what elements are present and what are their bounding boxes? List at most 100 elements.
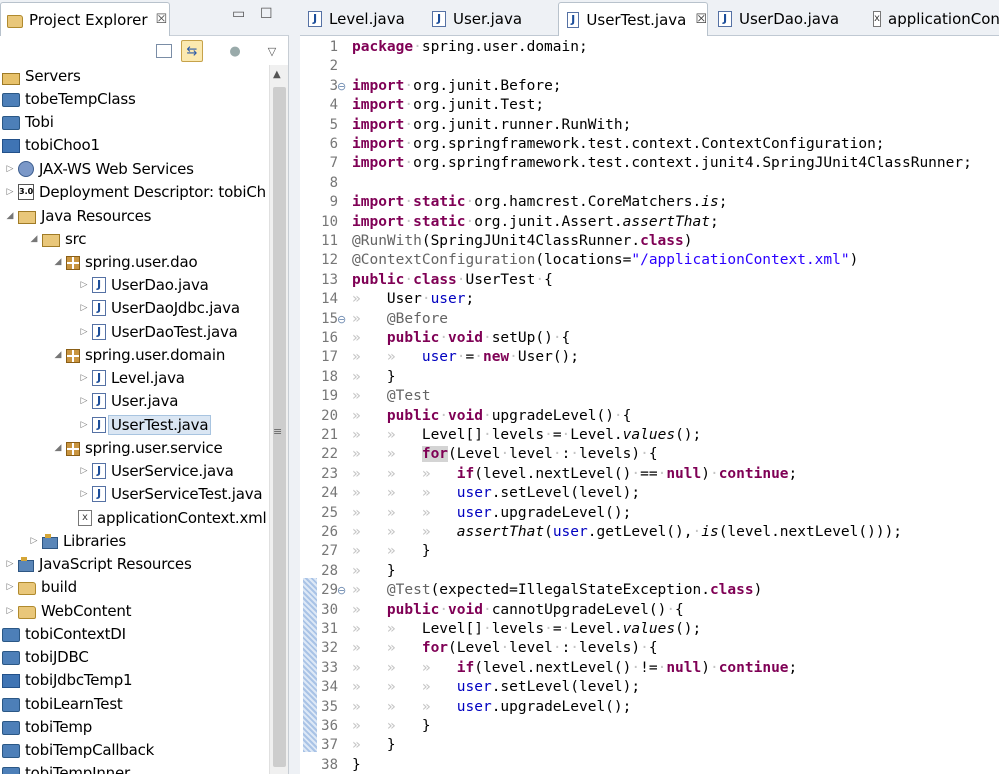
line-number: 17: [321, 349, 338, 366]
tree-node-tobichoo1[interactable]: tobiChoo1: [0, 133, 100, 156]
expand-icon[interactable]: ▷: [78, 373, 90, 383]
code-token: ·: [482, 601, 492, 618]
tree-node-user-java[interactable]: ▷ J User.java: [78, 389, 179, 412]
tree-node-tobijdbctemp1[interactable]: tobiJdbcTemp1: [0, 668, 133, 691]
code-line: » @Test: [352, 388, 431, 404]
link-with-editor-icon[interactable]: ⇆: [181, 40, 203, 62]
collapse-icon[interactable]: ◢: [52, 443, 64, 453]
tree-node-deployment-descriptor[interactable]: ▷ 3.0 Deployment Descriptor: tobiCh: [4, 180, 267, 203]
tree-node-tobitempcallback[interactable]: tobiTempCallback: [0, 738, 154, 761]
tree-node-build[interactable]: ▷ build: [4, 575, 78, 598]
tree-node-jaxws[interactable]: ▷ JAX-WS Web Services: [4, 157, 194, 180]
tree-node-userdao-java[interactable]: ▷ J UserDao.java: [78, 273, 209, 296]
tree-node-tobitemp[interactable]: tobiTemp: [0, 715, 92, 738]
collapse-icon[interactable]: ◢: [28, 234, 40, 244]
code-token: import: [352, 97, 405, 114]
line-number: 21: [321, 427, 338, 443]
tab-usertest-java[interactable]: J UserTest.java ☒: [558, 2, 708, 36]
code-token: ·: [509, 349, 518, 366]
tree-node-package-service[interactable]: ◢ spring.user.service: [52, 436, 223, 459]
expand-icon[interactable]: ▷: [78, 466, 90, 476]
tree-node-webcontent[interactable]: ▷ WebContent: [4, 599, 132, 622]
collapse-icon[interactable]: ◢: [52, 350, 64, 360]
code-token: org.junit.Before;: [413, 77, 562, 94]
tree-node-tobetempclass[interactable]: tobeTempClass: [0, 87, 136, 110]
maximize-icon[interactable]: ☐: [260, 6, 273, 22]
close-icon[interactable]: ☒: [156, 12, 168, 27]
scroll-up-icon[interactable]: ▲: [273, 69, 281, 80]
expand-icon[interactable]: ▷: [78, 280, 90, 290]
code-token: spring.user.domain;: [421, 39, 588, 55]
expand-icon[interactable]: ▷: [4, 606, 16, 616]
tree-node-src[interactable]: ◢ src: [28, 227, 87, 250]
expand-icon[interactable]: ▷: [4, 164, 16, 174]
folder-icon: [18, 606, 36, 619]
tree-node-java-resources[interactable]: ◢ Java Resources: [4, 204, 152, 227]
code-line: @RunWith(SpringJUnit4ClassRunner.class): [352, 233, 692, 249]
tree-node-tobitempinner[interactable]: tobiTempInner: [0, 761, 130, 774]
tree-node-userdaojdbc-java[interactable]: ▷ J UserDaoJdbc.java: [78, 296, 240, 319]
expand-icon[interactable]: ▷: [78, 396, 90, 406]
code-token: user: [456, 679, 492, 696]
expand-icon[interactable]: ▷: [78, 327, 90, 337]
tree-node-tobicontextdi[interactable]: tobiContextDI: [0, 622, 126, 645]
focus-icon[interactable]: ●: [224, 40, 246, 62]
view-menu-icon[interactable]: ▽: [261, 40, 283, 62]
code-token: levels: [491, 427, 545, 443]
code-token: :: [561, 446, 571, 463]
tree-node-javascript-resources[interactable]: ▷ JavaScript Resources: [4, 552, 192, 575]
tree-node-applicationcontext-xml[interactable]: x applicationContext.xml: [64, 506, 267, 529]
code-token: » »: [352, 446, 422, 463]
code-line: import·org.junit.Before;: [352, 78, 562, 94]
code-area[interactable]: 1 2 3 ⊖ 4 5 6 7 8 9 10 11 12 13 14 15 ⊖ 16 17 18 19 20 21 22 23 2…: [300, 37, 999, 774]
minimize-icon[interactable]: ▭: [232, 6, 245, 22]
code-token: (locations=: [535, 252, 632, 269]
code-token: ·: [666, 601, 676, 618]
expand-icon[interactable]: ▷: [78, 489, 90, 499]
code-line: » » » if(level.nextLevel()·==·null)·cont…: [352, 466, 797, 482]
expand-icon[interactable]: ▷: [4, 582, 16, 592]
tree-node-tobilearntest[interactable]: tobiLearnTest: [0, 692, 123, 715]
fold-toggle-icon[interactable]: ⊖: [337, 584, 346, 597]
tab-project-explorer[interactable]: Project Explorer ☒: [0, 2, 170, 36]
code-token: » »: [352, 640, 422, 657]
code-token: user: [430, 291, 466, 308]
tab-label: applicationCont: [888, 10, 999, 28]
tree-node-userservicetest-java[interactable]: ▷ J UserServiceTest.java: [78, 482, 263, 505]
line-number: 4: [329, 97, 338, 114]
expand-icon[interactable]: ▷: [78, 420, 90, 430]
code-token: User: [386, 291, 422, 308]
panel-separator[interactable]: [289, 0, 300, 774]
close-icon[interactable]: ☒: [695, 12, 707, 27]
fold-toggle-icon[interactable]: ⊖: [337, 80, 346, 93]
tab-user-java[interactable]: J User.java: [424, 2, 556, 36]
code-token: }: [421, 543, 431, 560]
fold-toggle-icon[interactable]: ⊖: [337, 313, 346, 326]
tab-label: User.java: [453, 10, 523, 28]
tree-node-usertest-java[interactable]: ▷ J UserTest.java: [78, 413, 212, 436]
code-token: » » »: [352, 504, 457, 521]
code-token: null: [666, 465, 702, 482]
expand-icon[interactable]: ▷: [28, 536, 40, 546]
tree-node-libraries[interactable]: ▷ Libraries: [28, 529, 127, 552]
expand-icon[interactable]: ▷: [4, 559, 16, 569]
tree-node-tobi[interactable]: Tobi: [0, 110, 54, 133]
code-line: import·org.springframework.test.context.…: [352, 136, 885, 152]
tree-node-servers[interactable]: Servers: [0, 64, 81, 87]
tab-level-java[interactable]: J Level.java: [300, 2, 424, 36]
collapse-icon[interactable]: ◢: [52, 257, 64, 267]
tab-userdao-java[interactable]: J UserDao.java: [710, 2, 860, 36]
tree-node-tobijdbc[interactable]: tobiJDBC: [0, 645, 89, 668]
tree-node-level-java[interactable]: ▷ J Level.java: [78, 366, 185, 389]
vertical-scrollbar[interactable]: ▲ ≡: [269, 65, 288, 774]
tree-node-userdaotest-java[interactable]: ▷ J UserDaoTest.java: [78, 320, 238, 343]
tree-node-package-dao[interactable]: ◢ spring.user.dao: [52, 250, 198, 273]
tree-node-userservice-java[interactable]: ▷ J UserService.java: [78, 459, 234, 482]
expand-icon[interactable]: ▷: [78, 303, 90, 313]
collapse-all-icon[interactable]: [156, 44, 172, 58]
collapse-icon[interactable]: ◢: [4, 211, 16, 221]
code-token: package: [352, 39, 414, 55]
tab-applicationcontext-xml[interactable]: x applicationCont: [865, 2, 999, 36]
expand-icon[interactable]: ▷: [4, 187, 16, 197]
tree-node-package-domain[interactable]: ◢ spring.user.domain: [52, 343, 226, 366]
